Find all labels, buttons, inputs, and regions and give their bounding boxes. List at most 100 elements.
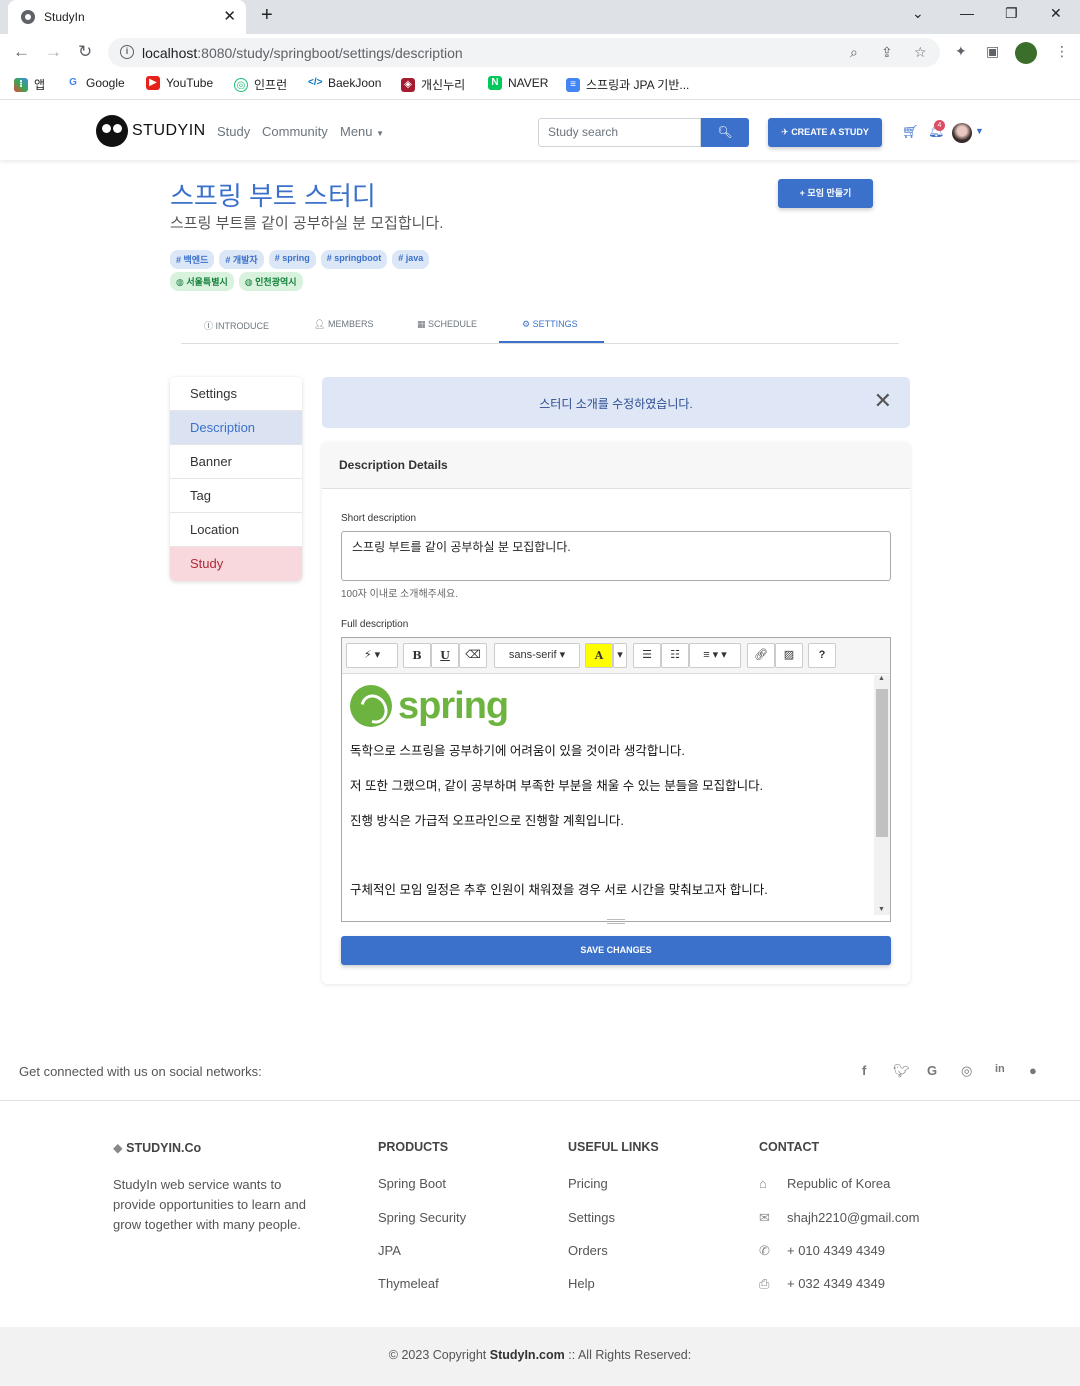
close-window-button[interactable]: ✕: [1050, 5, 1062, 22]
sidebar-item-tag[interactable]: Tag: [170, 479, 302, 513]
bookmark-naver[interactable]: N NAVER: [488, 76, 548, 90]
search-button[interactable]: 🔍︎: [701, 118, 749, 147]
user-avatar[interactable]: [952, 123, 972, 143]
create-study-button[interactable]: ✈ CREATE A STUDY: [768, 118, 882, 147]
globe-icon: ◍: [244, 277, 253, 287]
link-icon[interactable]: 🔗︎: [747, 643, 775, 668]
footer-link[interactable]: Help: [568, 1276, 595, 1291]
github-icon[interactable]: ●: [1029, 1063, 1037, 1078]
gem-icon: ◆: [113, 1141, 123, 1155]
instagram-icon[interactable]: ◎: [961, 1063, 972, 1079]
scrollbar-thumb[interactable]: [876, 689, 888, 837]
font-family-select[interactable]: sans-serif ▾: [494, 643, 580, 668]
bookmark-inflearn[interactable]: ◎ 인프런: [234, 76, 287, 93]
nav-community-link[interactable]: Community: [262, 124, 328, 139]
tab-members[interactable]: 👤︎ MEMBERS: [314, 319, 373, 330]
footer-link[interactable]: Settings: [568, 1210, 615, 1225]
footer-link[interactable]: Thymeleaf: [378, 1276, 439, 1291]
study-search-input[interactable]: Study search: [538, 118, 701, 147]
bold-icon[interactable]: B: [403, 643, 431, 668]
location-chip[interactable]: ◍ 서울특별시: [170, 272, 234, 291]
spring-leaf-icon: [350, 685, 392, 727]
footer-link[interactable]: Pricing: [568, 1176, 608, 1191]
sidebar-item-banner[interactable]: Banner: [170, 445, 302, 479]
rich-text-editor: ⚡ ▾ B U ⌫ sans-serif ▾ A ▾ ☰ ☷ ≡ ▾ ▾ 🔗︎ …: [341, 637, 891, 924]
location-chip[interactable]: ◍ 인천광역시: [238, 272, 303, 291]
color-dropdown-icon[interactable]: ▾: [613, 643, 627, 668]
footer-link[interactable]: Spring Security: [378, 1210, 466, 1225]
new-group-button[interactable]: + 모임 만들기: [778, 179, 873, 208]
footer-link[interactable]: Spring Boot: [378, 1176, 446, 1191]
editor-scrollbar[interactable]: ▲ ▼: [874, 675, 890, 915]
extensions-icon[interactable]: ✦: [955, 43, 967, 60]
sidebar-item-location[interactable]: Location: [170, 513, 302, 547]
more-menu-icon[interactable]: ⋮: [1055, 43, 1069, 60]
browser-tab[interactable]: StudyIn ✕: [8, 0, 246, 34]
short-description-field[interactable]: 스프링 부트를 같이 공부하실 분 모집합니다.: [341, 531, 891, 581]
sidebar-item-description[interactable]: Description: [170, 411, 302, 445]
style-magic-icon[interactable]: ⚡ ▾: [346, 643, 398, 668]
tab-settings[interactable]: ⚙ SETTINGS: [522, 319, 578, 330]
caret-down-icon[interactable]: ▼: [975, 126, 984, 136]
tag-chip[interactable]: # 백엔드: [170, 250, 215, 269]
scroll-up-icon[interactable]: ▲: [878, 675, 885, 682]
close-tab-icon[interactable]: ✕: [223, 7, 236, 25]
sidebar-item-study[interactable]: Study: [170, 547, 302, 581]
footer-link[interactable]: JPA: [378, 1243, 401, 1258]
bookmark-baekjoon[interactable]: </> BaekJoon: [308, 76, 381, 90]
zoom-icon[interactable]: ⌕: [850, 44, 858, 61]
linkedin-icon[interactable]: in: [995, 1063, 1005, 1075]
contact-fax: ⎙ + 032 4349 4349: [759, 1276, 885, 1292]
cart-icon[interactable]: 🛒︎: [902, 124, 919, 140]
tab-schedule[interactable]: ▦ SCHEDULE: [417, 319, 477, 330]
back-icon[interactable]: ←: [13, 42, 30, 62]
editor-content[interactable]: spring 독학으로 스프링을 공부하기에 어려움이 있을 것이라 생각합니다…: [342, 675, 874, 915]
minimize-button[interactable]: —: [960, 5, 974, 21]
forward-icon[interactable]: →: [45, 42, 62, 62]
reload-icon[interactable]: ↻: [78, 42, 92, 62]
scroll-down-icon[interactable]: ▼: [878, 906, 885, 913]
ordered-list-icon[interactable]: ☷: [661, 643, 689, 668]
bookmark-apps[interactable]: ⁝ 앱: [14, 76, 45, 93]
underline-icon[interactable]: U: [431, 643, 459, 668]
tab-introduce[interactable]: ⓘ INTRODUCE: [204, 319, 269, 332]
side-panel-icon[interactable]: ▣: [986, 43, 999, 60]
copyright-brand-link[interactable]: StudyIn.com: [490, 1348, 565, 1362]
brand-logo[interactable]: STUDYIN: [96, 115, 206, 147]
sidebar-item-settings[interactable]: Settings: [170, 377, 302, 411]
social-bar: Get connected with us on social networks…: [0, 1044, 1080, 1101]
bookmark-label: YouTube: [166, 76, 214, 90]
bookmark-star-icon[interactable]: ☆: [914, 44, 927, 61]
nav-study-link[interactable]: Study: [217, 124, 250, 139]
apps-grid-icon: ⁝: [14, 77, 28, 92]
unordered-list-icon[interactable]: ☰: [633, 643, 661, 668]
bookmark-google[interactable]: G Google: [66, 76, 125, 90]
bookmark-youtube[interactable]: ▶ YouTube: [146, 76, 213, 90]
share-icon[interactable]: ⇪: [881, 44, 893, 61]
nav-menu-dropdown[interactable]: Menu ▼: [340, 124, 384, 139]
bookmark-gaesin[interactable]: ◈ 개신누리: [401, 76, 465, 93]
paragraph-align-icon[interactable]: ≡ ▾ ▾: [689, 643, 741, 668]
text-color-icon[interactable]: A: [585, 643, 613, 668]
twitter-icon[interactable]: 🐦︎: [893, 1063, 910, 1079]
restore-button[interactable]: ❐: [1005, 5, 1018, 22]
profile-avatar[interactable]: [1015, 42, 1037, 64]
eraser-icon[interactable]: ⌫: [459, 643, 487, 668]
url-field[interactable]: i localhost:8080/study/springboot/settin…: [108, 38, 940, 67]
image-icon[interactable]: ▨: [775, 643, 803, 668]
facebook-icon[interactable]: f: [862, 1063, 866, 1078]
tab-search-icon[interactable]: ⌄: [912, 5, 924, 22]
save-changes-button[interactable]: SAVE CHANGES: [341, 936, 891, 965]
new-tab-button[interactable]: +: [261, 4, 273, 27]
site-info-icon[interactable]: i: [120, 45, 134, 59]
google-icon[interactable]: G: [927, 1063, 937, 1078]
help-icon[interactable]: ?: [808, 643, 836, 668]
footer-link[interactable]: Orders: [568, 1243, 608, 1258]
bookmark-jpa[interactable]: ≡ 스프링과 JPA 기반...: [566, 76, 689, 93]
tag-chip[interactable]: # spring: [268, 250, 316, 269]
tag-chip[interactable]: # springboot: [320, 250, 388, 269]
tag-chip[interactable]: # java: [392, 250, 430, 269]
close-icon[interactable]: ✕: [874, 390, 892, 412]
resize-grip-icon[interactable]: [607, 919, 625, 924]
tag-chip[interactable]: # 개발자: [219, 250, 264, 269]
